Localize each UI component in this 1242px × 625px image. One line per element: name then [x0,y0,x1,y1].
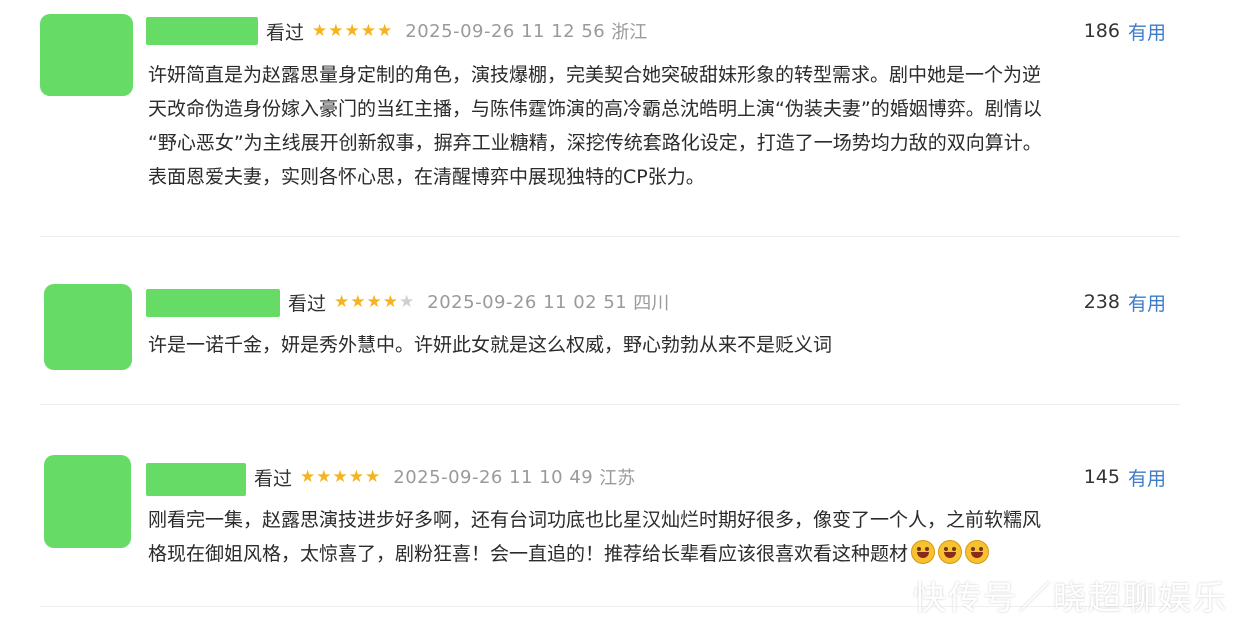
star-filled-icon: ★ [365,466,381,487]
grin-emoji-icon [938,540,963,564]
star-filled-icon: ★ [316,466,332,487]
star-filled-icon: ★ [382,291,399,312]
useful-vote: 238 有用 [1084,287,1166,317]
review-text: 许是一诺千金，妍是秀外慧中。许妍此女就是这么权威，野心勃勃从来不是贬义词 [148,328,1178,362]
review-text-line: 许是一诺千金，妍是秀外慧中。许妍此女就是这么权威，野心勃勃从来不是贬义词 [148,334,833,356]
useful-count: 145 [1083,466,1120,488]
star-rating: ★ ★ ★ ★ ★ [300,466,381,487]
review-location: 江苏 [599,468,636,489]
review-text: 刚看完一集，赵露思演技进步好多啊，还有台词功底也比星汉灿烂时期好很多，像变了一个… [148,503,1178,571]
star-filled-icon: ★ [348,466,365,487]
star-filled-icon: ★ [300,466,316,487]
useful-button[interactable]: 有用 [1128,464,1166,491]
star-filled-icon: ★ [332,466,348,487]
star-filled-icon: ★ [334,291,350,312]
review-timestamp: 2025-09-26 11 10 49 [393,466,594,488]
star-filled-icon: ★ [350,291,366,312]
useful-vote: 145 有用 [1084,462,1166,492]
username-redacted[interactable] [146,289,280,317]
grin-emoji-icon [965,540,990,564]
username-redacted[interactable] [146,463,246,496]
review-text-line: 格现在御姐风格，太惊喜了，剧粉狂喜！会一直追的！推荐给长辈看应该很喜欢看这种题材 [148,537,1178,571]
review-meta: 看过 ★ ★ ★ ★ ★ 2025-09-26 11 10 49 江苏 [254,462,635,492]
review-text-line: 刚看完一集，赵露思演技进步好多啊，还有台词功底也比星汉灿烂时期好很多，像变了一个… [148,509,1042,531]
avatar[interactable] [44,284,132,370]
useful-count: 238 [1083,291,1120,313]
review-meta: 看过 ★ ★ ★ ★ ★ 2025-09-26 11 02 51 四川 [288,287,669,317]
divider [40,404,1180,405]
avatar[interactable] [44,455,131,548]
star-filled-icon: ★ [366,291,382,312]
star-empty-icon: ★ [399,291,415,312]
watch-status: 看过 [254,467,293,490]
review-text-segment: 格现在御姐风格，太惊喜了，剧粉狂喜！会一直追的！推荐给长辈看应该很喜欢看这种题材 [148,543,909,565]
grin-emoji-icon [911,540,936,564]
watch-status: 看过 [288,292,327,315]
watermark: 快传号／晓超聊娱乐 [913,578,1228,617]
star-rating: ★ ★ ★ ★ ★ [334,291,415,312]
review-location: 四川 [633,293,670,314]
review-card: 看过 ★ ★ ★ ★ ★ 2025-09-26 11 10 49 江苏 145 有用 刚… [0,0,1242,565]
review-timestamp: 2025-09-26 11 02 51 [427,291,628,313]
useful-button[interactable]: 有用 [1128,289,1166,316]
